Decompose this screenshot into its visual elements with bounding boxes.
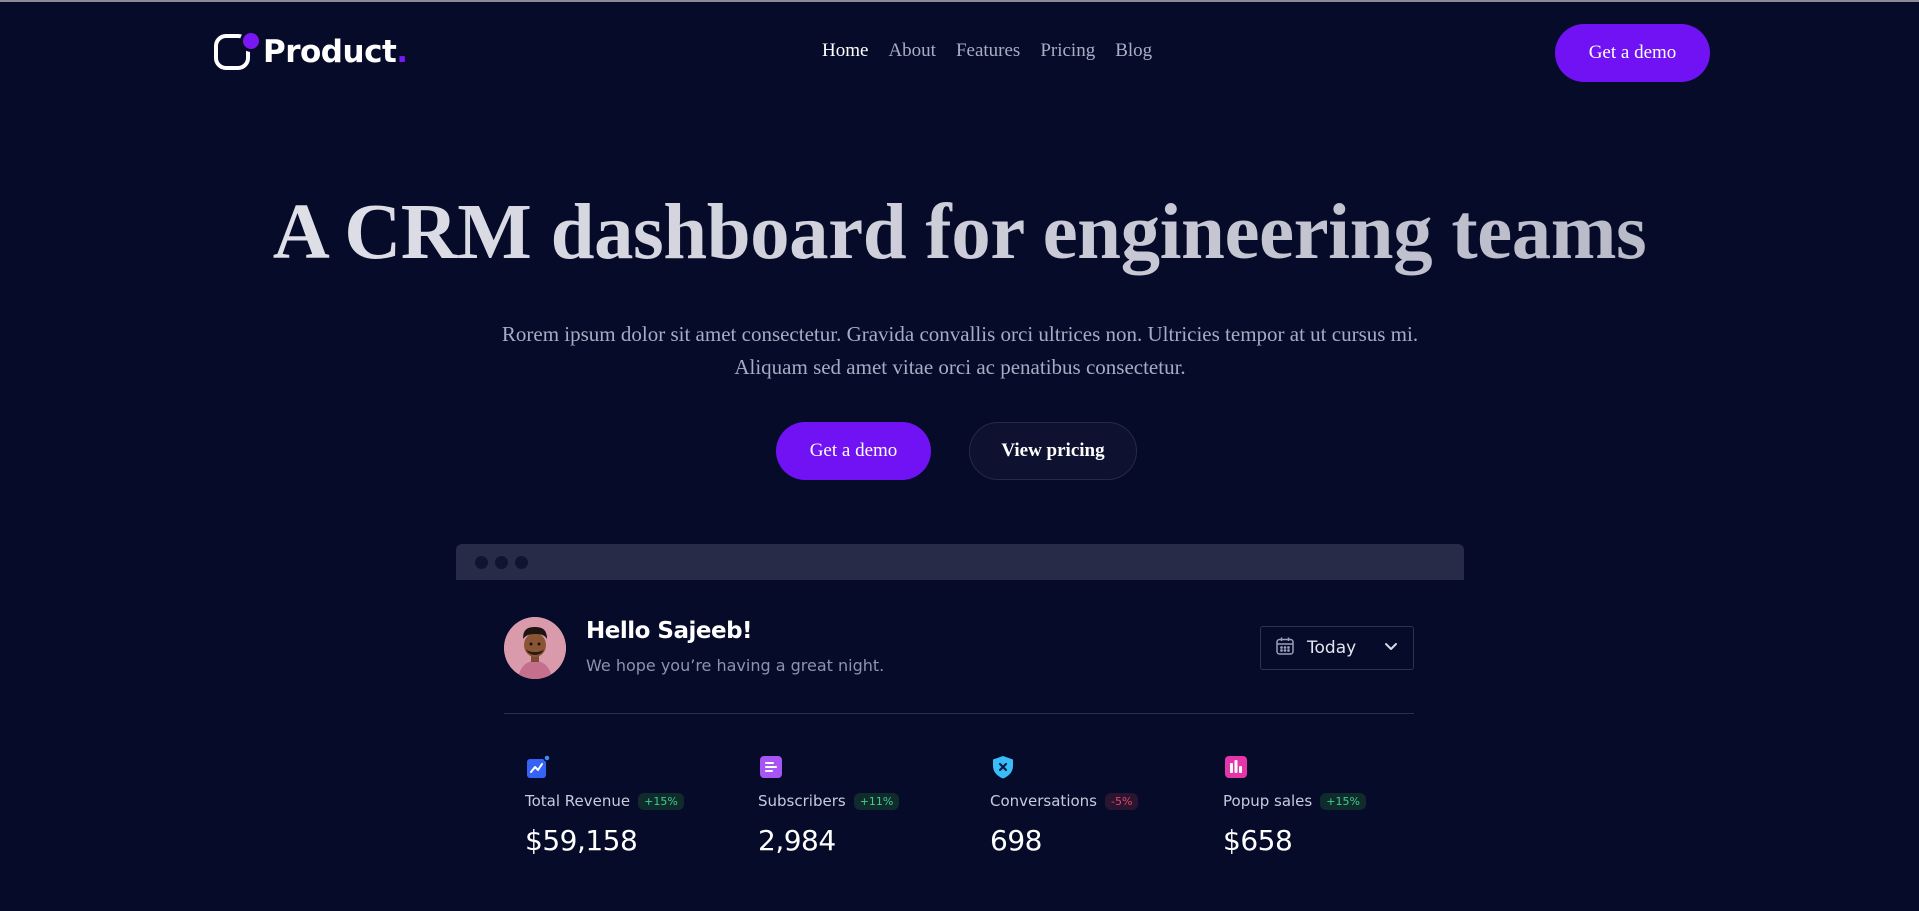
stat-label: Conversations [990, 792, 1097, 810]
stat-value: 2,984 [758, 824, 836, 857]
calendar-icon [1275, 636, 1295, 661]
hero-title: A CRM dashboard for engineering teams [0, 188, 1919, 278]
stat-value: $59,158 [525, 824, 638, 857]
logo-period: . [396, 34, 409, 70]
stat-label: Subscribers [758, 792, 846, 810]
hero-subtitle-line-2: Aliquam sed amet vitae orci ac penatibus… [734, 355, 1186, 379]
top-border [0, 0, 1919, 2]
stat-label: Popup sales [1223, 792, 1313, 810]
logo[interactable]: Product. [212, 28, 408, 76]
stat-card-popup-sales: Popup sales +15% $658 [1223, 754, 1443, 857]
window-dot-icon [475, 556, 488, 569]
hero-buttons: Get a demo View pricing [0, 422, 1919, 480]
stat-card-total-revenue: Total Revenue +15% $59,158 [525, 754, 745, 857]
stat-change-badge: +15% [638, 792, 684, 810]
stat-card-conversations: Conversations -5% 698 [990, 754, 1210, 857]
stat-change-badge: -5% [1105, 792, 1139, 810]
stat-value: 698 [990, 824, 1042, 857]
stat-change-badge: +11% [853, 792, 900, 810]
stat-change-badge: +15% [1320, 792, 1366, 810]
nav-home[interactable]: Home [822, 40, 868, 62]
logo-text: Product [263, 34, 397, 70]
popup-sales-bars-icon [1223, 754, 1249, 780]
hero-get-demo-button[interactable]: Get a demo [776, 422, 931, 480]
avatar [504, 617, 566, 679]
nav-blog[interactable]: Blog [1115, 40, 1152, 62]
chevron-down-icon [1383, 638, 1399, 659]
logo-icon [212, 30, 262, 74]
window-dot-icon [515, 556, 528, 569]
window-dot-icon [495, 556, 508, 569]
window-title-bar [456, 544, 1464, 580]
revenue-chart-icon [525, 754, 551, 780]
header-get-demo-button[interactable]: Get a demo [1555, 24, 1710, 82]
stat-label: Total Revenue [525, 792, 631, 810]
main-nav: Home About Features Pricing Blog [822, 40, 1152, 62]
nav-about[interactable]: About [888, 40, 936, 62]
hero-subtitle-line-1: Rorem ipsum dolor sit amet consectetur. … [501, 322, 1419, 346]
stat-value: $658 [1223, 824, 1293, 857]
subscribers-list-icon [758, 754, 784, 780]
greeting-subtitle: We hope you’re having a great night. [586, 656, 885, 675]
nav-features[interactable]: Features [956, 40, 1020, 62]
nav-pricing[interactable]: Pricing [1040, 40, 1095, 62]
view-pricing-button[interactable]: View pricing [969, 422, 1137, 480]
stat-card-subscribers: Subscribers +11% 2,984 [758, 754, 978, 857]
hero-subtitle: Rorem ipsum dolor sit amet consectetur. … [440, 318, 1480, 384]
divider [504, 713, 1414, 714]
greeting-title: Hello Sajeeb! [586, 618, 753, 644]
date-filter-label: Today [1307, 638, 1357, 658]
conversations-shield-icon [990, 754, 1016, 780]
dashboard-preview: Hello Sajeeb! We hope you’re having a gr… [456, 580, 1464, 911]
date-filter-dropdown[interactable]: Today [1260, 626, 1414, 670]
